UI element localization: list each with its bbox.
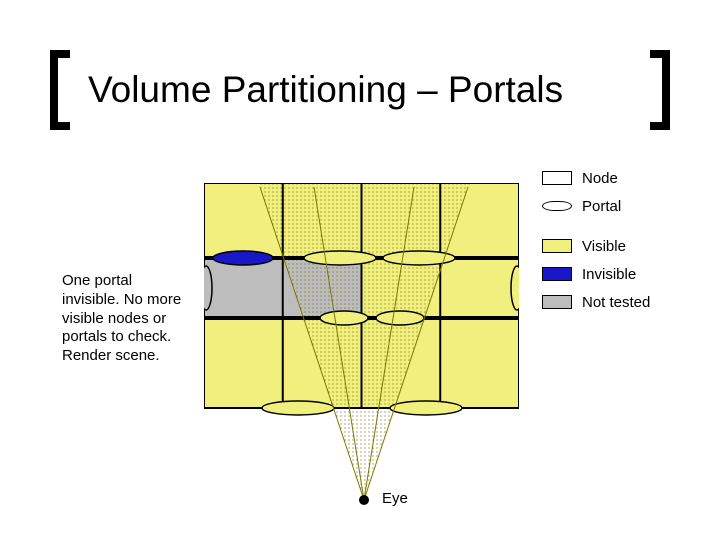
not-tested-swatch-icon xyxy=(542,295,572,309)
legend-label: Visible xyxy=(582,238,626,255)
legend-label: Node xyxy=(582,170,618,187)
slide-title: Volume Partitioning – Portals xyxy=(88,69,632,111)
portal-diagram xyxy=(204,183,519,408)
legend-label: Invisible xyxy=(582,266,636,283)
portal-swatch-icon xyxy=(542,201,572,211)
legend-label: Not tested xyxy=(582,294,650,311)
legend-not-tested: Not tested xyxy=(542,290,650,314)
legend: Node Portal Visible Invisible Not tested xyxy=(542,166,650,318)
bracket-left-icon xyxy=(50,50,70,130)
legend-invisible: Invisible xyxy=(542,262,650,286)
legend-visible: Visible xyxy=(542,234,650,258)
invisible-swatch-icon xyxy=(542,267,572,281)
visible-swatch-icon xyxy=(542,239,572,253)
legend-label: Portal xyxy=(582,198,621,215)
eye-label: Eye xyxy=(382,490,408,507)
title-bar: Volume Partitioning – Portals xyxy=(50,50,670,130)
step-description: One portal invisible. No more visible no… xyxy=(62,272,192,366)
node-swatch-icon xyxy=(542,171,572,185)
bracket-right-icon xyxy=(650,50,670,130)
legend-portal: Portal xyxy=(542,194,650,218)
legend-node: Node xyxy=(542,166,650,190)
